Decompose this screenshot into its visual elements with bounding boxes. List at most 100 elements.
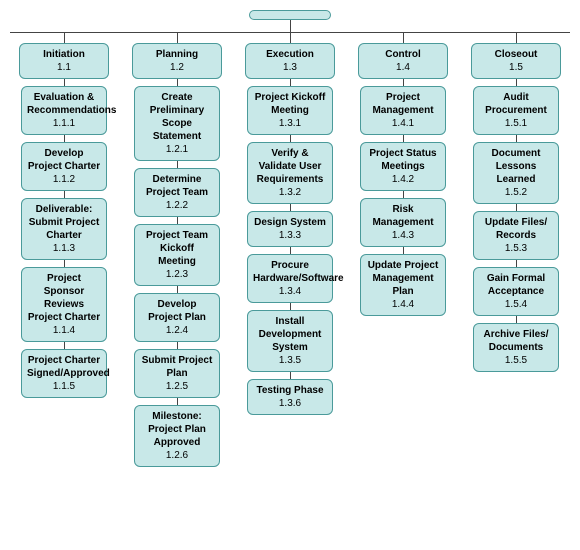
child-label-1.2.2: Determine Project Team <box>140 173 214 199</box>
branch-node-1.3: Execution 1.3 <box>245 43 335 79</box>
child-num-1.1.1: 1.1.1 <box>27 117 101 130</box>
child-wrapper-1.2.1: Create Preliminary Scope Statement 1.2.1 <box>134 79 220 161</box>
child-num-1.1.5: 1.1.5 <box>27 380 101 393</box>
vline-child-1.3.6 <box>290 372 291 379</box>
child-node-1.3.5: Install Development System 1.3.5 <box>247 310 333 372</box>
child-wrapper-1.5.1: Audit Procurement 1.5.1 <box>473 79 559 135</box>
child-label-1.3.4: Procure Hardware/Software <box>253 259 327 285</box>
child-num-1.4.3: 1.4.3 <box>366 229 440 242</box>
child-node-1.3.1: Project Kickoff Meeting 1.3.1 <box>247 86 333 135</box>
child-num-1.2.4: 1.2.4 <box>140 324 214 337</box>
vline-child-1.5.2 <box>516 135 517 142</box>
child-wrapper-1.1.1: Evaluation & Recommendations 1.1.1 <box>21 79 107 135</box>
child-wrapper-1.3.6: Testing Phase 1.3.6 <box>247 372 333 415</box>
child-label-1.1.4: Project Sponsor Reviews Project Charter <box>27 272 101 324</box>
child-node-1.4.4: Update Project Management Plan 1.4.4 <box>360 254 446 316</box>
child-wrapper-1.1.5: Project Charter Signed/Approved 1.1.5 <box>21 342 107 398</box>
child-node-1.4.1: Project Management 1.4.1 <box>360 86 446 135</box>
root-vline <box>290 20 291 32</box>
child-num-1.3.2: 1.3.2 <box>253 186 327 199</box>
vline-child-1.2.5 <box>177 342 178 349</box>
child-num-1.5.3: 1.5.3 <box>479 242 553 255</box>
vline-child-1.2.2 <box>177 161 178 168</box>
vline-child-1.1.1 <box>64 79 65 86</box>
child-label-1.1.2: Develop Project Charter <box>27 147 101 173</box>
child-node-1.5.3: Update Files/ Records 1.5.3 <box>473 211 559 260</box>
child-num-1.4.1: 1.4.1 <box>366 117 440 130</box>
vline-child-1.5.4 <box>516 260 517 267</box>
child-wrapper-1.1.4: Project Sponsor Reviews Project Charter … <box>21 260 107 342</box>
branch-label-1.2: Planning <box>138 48 216 61</box>
vline-child-1.4.1 <box>403 79 404 86</box>
child-label-1.2.3: Project Team Kickoff Meeting <box>140 229 214 268</box>
vline-child-1.2.1 <box>177 79 178 86</box>
vline-child-1.2.3 <box>177 217 178 224</box>
children-1.2: Create Preliminary Scope Statement 1.2.1… <box>134 79 220 467</box>
child-node-1.3.2: Verify & Validate User Requirements 1.3.… <box>247 142 333 204</box>
vline-top-1.5 <box>516 33 517 43</box>
child-node-1.2.4: Develop Project Plan 1.2.4 <box>134 293 220 342</box>
child-label-1.4.3: Risk Management <box>366 203 440 229</box>
child-wrapper-1.4.1: Project Management 1.4.1 <box>360 79 446 135</box>
child-wrapper-1.5.4: Gain Formal Acceptance 1.5.4 <box>473 260 559 316</box>
child-label-1.1.5: Project Charter Signed/Approved <box>27 354 101 380</box>
child-node-1.1.1: Evaluation & Recommendations 1.1.1 <box>21 86 107 135</box>
child-node-1.2.5: Submit Project Plan 1.2.5 <box>134 349 220 398</box>
child-label-1.2.6: Milestone: Project Plan Approved <box>140 410 214 449</box>
branch-node-1.2: Planning 1.2 <box>132 43 222 79</box>
child-label-1.1.1: Evaluation & Recommendations <box>27 91 101 117</box>
child-label-1.3.1: Project Kickoff Meeting <box>253 91 327 117</box>
vline-child-1.3.3 <box>290 204 291 211</box>
child-label-1.5.1: Audit Procurement <box>479 91 553 117</box>
branch-num-1.2: 1.2 <box>138 61 216 74</box>
vline-child-1.3.4 <box>290 247 291 254</box>
child-wrapper-1.2.3: Project Team Kickoff Meeting 1.2.3 <box>134 217 220 286</box>
child-num-1.2.1: 1.2.1 <box>140 143 214 156</box>
child-wrapper-1.2.2: Determine Project Team 1.2.2 <box>134 161 220 217</box>
child-num-1.3.4: 1.3.4 <box>253 285 327 298</box>
child-num-1.1.3: 1.1.3 <box>27 242 101 255</box>
child-node-1.2.6: Milestone: Project Plan Approved 1.2.6 <box>134 405 220 467</box>
child-wrapper-1.4.2: Project Status Meetings 1.4.2 <box>360 135 446 191</box>
child-node-1.1.3: Deliverable: Submit Project Charter 1.1.… <box>21 198 107 260</box>
child-wrapper-1.3.4: Procure Hardware/Software 1.3.4 <box>247 247 333 303</box>
branch-num-1.3: 1.3 <box>251 61 329 74</box>
child-wrapper-1.1.2: Develop Project Charter 1.1.2 <box>21 135 107 191</box>
child-label-1.5.4: Gain Formal Acceptance <box>479 272 553 298</box>
vline-child-1.1.3 <box>64 191 65 198</box>
child-label-1.4.4: Update Project Management Plan <box>366 259 440 298</box>
branch-col-1.2: Planning 1.2 Create Preliminary Scope St… <box>125 33 229 467</box>
vline-child-1.3.5 <box>290 303 291 310</box>
child-wrapper-1.1.3: Deliverable: Submit Project Charter 1.1.… <box>21 191 107 260</box>
child-num-1.1.2: 1.1.2 <box>27 173 101 186</box>
vline-top-1.1 <box>64 33 65 43</box>
vline-child-1.2.6 <box>177 398 178 405</box>
child-num-1.3.6: 1.3.6 <box>253 397 327 410</box>
child-wrapper-1.2.5: Submit Project Plan 1.2.5 <box>134 342 220 398</box>
child-node-1.5.4: Gain Formal Acceptance 1.5.4 <box>473 267 559 316</box>
child-label-1.3.6: Testing Phase <box>253 384 327 397</box>
child-node-1.1.5: Project Charter Signed/Approved 1.1.5 <box>21 349 107 398</box>
branch-num-1.5: 1.5 <box>477 61 555 74</box>
branch-label-1.5: Closeout <box>477 48 555 61</box>
vline-child-1.3.2 <box>290 135 291 142</box>
child-label-1.4.1: Project Management <box>366 91 440 117</box>
child-num-1.1.4: 1.1.4 <box>27 324 101 337</box>
child-num-1.3.1: 1.3.1 <box>253 117 327 130</box>
child-num-1.5.2: 1.5.2 <box>479 186 553 199</box>
vline-child-1.5.1 <box>516 79 517 86</box>
child-num-1.5.4: 1.5.4 <box>479 298 553 311</box>
child-wrapper-1.3.5: Install Development System 1.3.5 <box>247 303 333 372</box>
root-container <box>10 10 570 33</box>
vline-child-1.1.4 <box>64 260 65 267</box>
branch-col-1.4: Control 1.4 Project Management 1.4.1 Pro… <box>351 33 455 316</box>
children-1.1: Evaluation & Recommendations 1.1.1 Devel… <box>21 79 107 398</box>
org-chart: Initiation 1.1 Evaluation & Recommendati… <box>0 0 580 477</box>
child-node-1.5.1: Audit Procurement 1.5.1 <box>473 86 559 135</box>
child-node-1.4.3: Risk Management 1.4.3 <box>360 198 446 247</box>
branch-node-1.4: Control 1.4 <box>358 43 448 79</box>
child-label-1.2.5: Submit Project Plan <box>140 354 214 380</box>
vline-child-1.5.3 <box>516 204 517 211</box>
child-wrapper-1.5.5: Archive Files/ Documents 1.5.5 <box>473 316 559 372</box>
branch-num-1.1: 1.1 <box>25 61 103 74</box>
